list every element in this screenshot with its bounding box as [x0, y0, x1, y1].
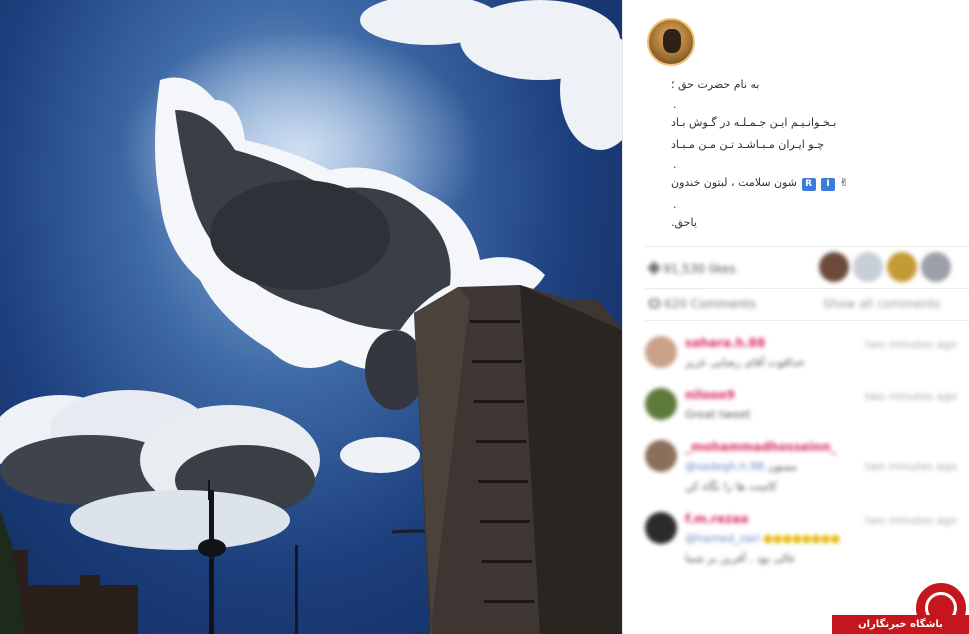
comment-text: @hamed_zari ●●●●●●●●	[685, 532, 840, 545]
instagram-post-frame: به نام حضرت حق ؛ . بـخـوانـیـم ایـن جـمـ…	[0, 0, 969, 634]
comment-username[interactable]: _mohammadhosseinn_	[685, 440, 837, 454]
post-photo[interactable]	[0, 0, 622, 634]
comment-username[interactable]: f.m.rezaa	[685, 512, 748, 526]
comment-bubble-icon	[649, 299, 660, 308]
comment-text-line-2: کامنت ها را نگاه کن	[685, 480, 777, 493]
divider	[645, 288, 969, 289]
divider	[645, 246, 969, 247]
watermark-label: باشگاه خبرنگاران	[832, 615, 969, 634]
caption-line-4: ✌ I R شون سلامت ، لبتون خندون	[671, 176, 849, 191]
caption-line-4-text: شون سلامت ، لبتون خندون	[671, 176, 798, 189]
divider	[645, 320, 969, 321]
liker-avatar[interactable]	[887, 252, 917, 282]
heart-icon	[646, 260, 662, 276]
caption-line-5: یاحق.	[671, 216, 697, 229]
commenter-avatar[interactable]	[645, 440, 677, 472]
comment-username[interactable]: nilooo9	[685, 388, 735, 402]
victory-hand-icon: ✌	[839, 176, 849, 189]
comment-time: two minutes ago	[865, 460, 958, 473]
sky-city-photo	[0, 0, 622, 634]
commenter-avatar[interactable]	[645, 388, 677, 420]
comment-mention[interactable]: @hamed_zari	[685, 532, 760, 545]
comment-text: @sadegh.h.98 ممنون	[685, 460, 797, 473]
comments-count: 620 Comments	[649, 297, 756, 311]
commenter-avatar[interactable]	[645, 336, 677, 368]
comment-text: Great tweet	[685, 408, 751, 421]
likes-count[interactable]: 91,530 likes	[646, 260, 736, 276]
liker-avatar[interactable]	[819, 252, 849, 282]
show-all-comments-link[interactable]: Show all comments	[823, 297, 940, 311]
commenter-avatar[interactable]	[645, 512, 677, 544]
liker-avatar[interactable]	[853, 252, 883, 282]
caption-line-3: چـو ایـران مـبـاشـد تـن مـن مـبـاد	[671, 138, 825, 151]
comment-text: خداقوت آقای رضایی عزیز	[685, 356, 805, 369]
caption-line-1: به نام حضرت حق ؛	[671, 78, 760, 91]
comment-text-line-2: عالی بود . آفرین بر شما	[685, 552, 796, 565]
comment-time: two minutes ago	[865, 390, 958, 403]
comment-time: two minutes ago	[865, 514, 958, 527]
flag-letter-i: I	[821, 178, 836, 191]
comment-time: two minutes ago	[865, 338, 958, 351]
emoji-row: ●●●●●●●●	[763, 532, 841, 545]
liker-avatar[interactable]	[921, 252, 951, 282]
caption-line-2: بـخـوانـیـم ایـن جـمـلـه در گـوش بـاد	[671, 116, 837, 129]
author-avatar[interactable]	[647, 18, 695, 66]
comment-mention[interactable]: @sadegh.h.98	[685, 460, 764, 473]
flag-letter-r: R	[801, 178, 816, 191]
comment-username[interactable]: sahara.h.88	[685, 336, 765, 350]
post-details-panel: به نام حضرت حق ؛ . بـخـوانـیـم ایـن جـمـ…	[622, 0, 969, 634]
